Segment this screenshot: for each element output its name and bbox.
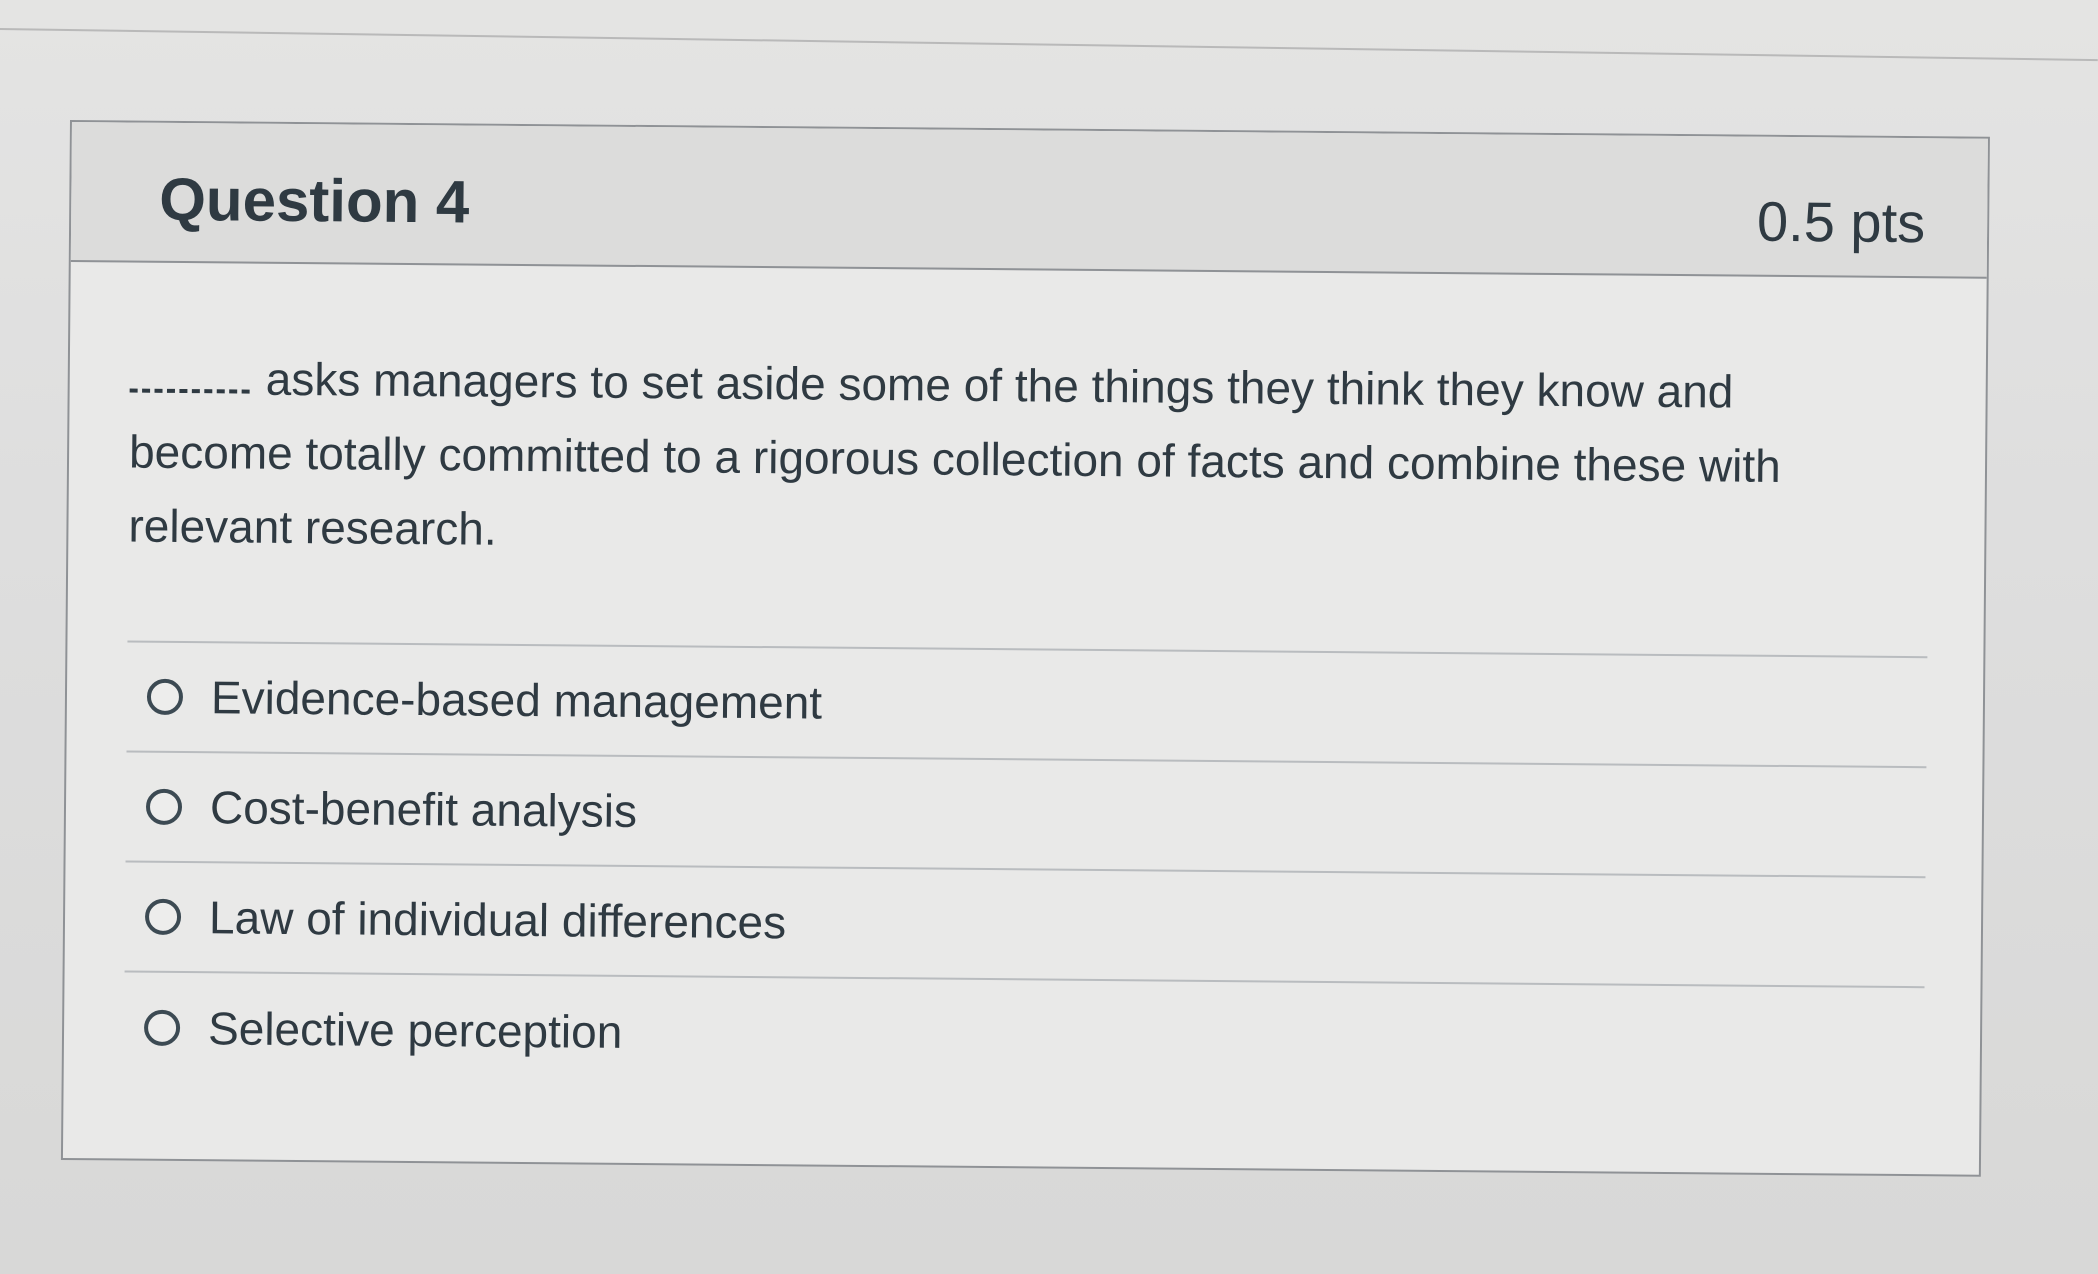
- answer-option-law-of-individual-differences[interactable]: Law of individual differences: [124, 862, 1926, 989]
- answer-label: Cost-benefit analysis: [209, 781, 638, 837]
- answer-option-evidence-based-management[interactable]: Evidence-based management: [126, 642, 1928, 769]
- radio-button-icon[interactable]: [144, 898, 182, 935]
- question-card: Question 4 0.5 pts asks managers to set …: [60, 120, 1990, 1177]
- question-text: asks managers to set aside some of the t…: [128, 352, 1781, 555]
- answer-list: Evidence-based management Cost-benefit a…: [123, 640, 1928, 1099]
- question-title: Question 4: [159, 165, 470, 236]
- answer-label: Selective perception: [207, 1002, 623, 1058]
- page-divider: [0, 28, 2098, 62]
- fill-in-blank: [129, 370, 250, 394]
- question-text-block: asks managers to set aside some of the t…: [128, 341, 1850, 578]
- question-header: Question 4 0.5 pts: [70, 122, 1988, 279]
- answer-label: Evidence-based management: [210, 671, 823, 729]
- radio-button-icon[interactable]: [143, 1009, 181, 1046]
- radio-button-icon[interactable]: [145, 788, 183, 826]
- question-points: 0.5 pts: [1756, 189, 1926, 255]
- answer-label: Law of individual differences: [208, 891, 787, 949]
- radio-button-icon[interactable]: [146, 678, 184, 716]
- question-body: asks managers to set aside some of the t…: [64, 262, 1987, 1099]
- answer-option-cost-benefit-analysis[interactable]: Cost-benefit analysis: [125, 752, 1927, 879]
- answer-option-selective-perception[interactable]: Selective perception: [124, 973, 1925, 1099]
